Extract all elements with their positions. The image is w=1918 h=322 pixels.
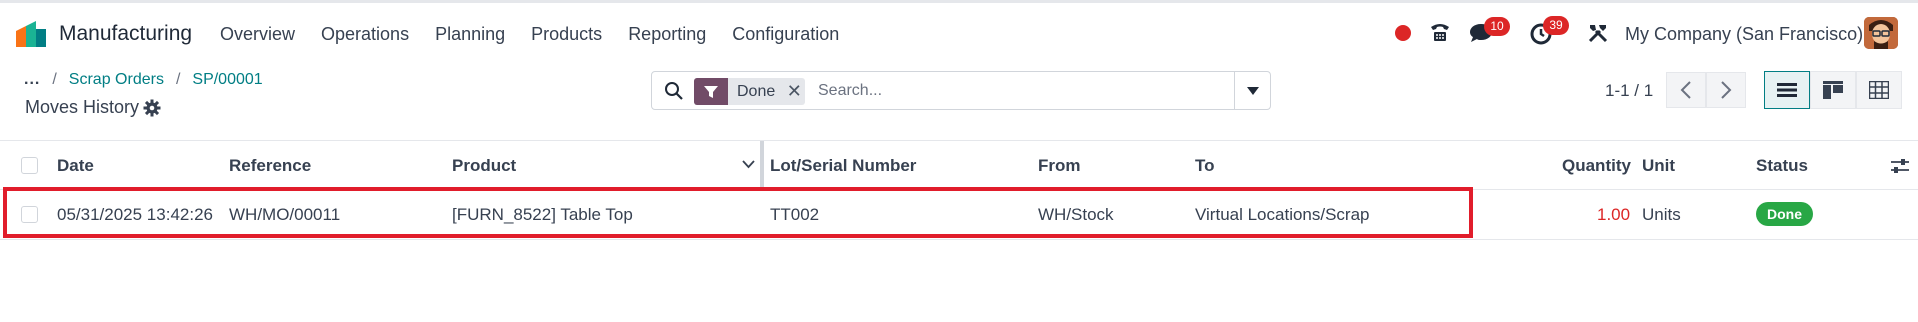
column-header-quantity[interactable]: Quantity [1562, 156, 1631, 176]
cell-unit: Units [1642, 205, 1681, 224]
activity-badge: 39 [1543, 16, 1569, 35]
grid-view-icon [1869, 81, 1889, 99]
facet-value: Done [737, 83, 776, 100]
caret-down-icon [1246, 86, 1259, 95]
menu-products[interactable]: Products [531, 24, 602, 45]
chevron-down-icon[interactable] [742, 160, 755, 169]
page-title: Moves History [25, 97, 140, 117]
menu-overview[interactable]: Overview [220, 24, 295, 45]
chevron-right-icon [1721, 81, 1732, 99]
breadcrumb-more[interactable]: ... [24, 71, 40, 89]
search-options-toggle[interactable] [1234, 72, 1270, 109]
column-header-to[interactable]: To [1195, 156, 1215, 176]
cell-quantity: 1.00 [1597, 205, 1631, 224]
facet-remove-icon[interactable]: ✕ [783, 78, 805, 105]
phone-icon[interactable] [1428, 20, 1452, 44]
tools-icon[interactable] [1586, 21, 1610, 45]
row-highlight-annotation [3, 187, 1473, 238]
column-header-from[interactable]: From [1038, 156, 1081, 176]
messages-badge: 10 [1484, 17, 1510, 36]
kanban-view-icon [1823, 81, 1843, 99]
manufacturing-app-icon[interactable] [14, 21, 48, 47]
menu-configuration[interactable]: Configuration [732, 24, 839, 45]
top-navbar: Manufacturing Overview Operations Planni… [0, 0, 1918, 63]
pivot-view-button[interactable] [1856, 71, 1902, 109]
search-bar: Done ✕ [651, 71, 1271, 110]
breadcrumb: ... / Scrap Orders / SP/00001 [24, 71, 263, 89]
column-resize-handle[interactable] [760, 141, 764, 191]
search-facet-done[interactable]: Done ✕ [694, 78, 806, 105]
pager-previous-button[interactable] [1666, 72, 1706, 108]
optional-columns-sliders-icon[interactable] [1890, 157, 1910, 175]
chevron-left-icon [1680, 81, 1691, 99]
column-header-date[interactable]: Date [57, 156, 94, 176]
breadcrumb-scrap-record[interactable]: SP/00001 [192, 71, 262, 89]
menu-planning[interactable]: Planning [435, 24, 505, 45]
app-name[interactable]: Manufacturing [59, 22, 192, 46]
filter-icon [694, 78, 728, 105]
pager-next-button[interactable] [1706, 72, 1746, 108]
user-avatar[interactable] [1864, 17, 1898, 49]
search-icon[interactable] [664, 81, 684, 101]
column-header-product[interactable]: Product [452, 156, 516, 176]
menu-operations[interactable]: Operations [321, 24, 409, 45]
pager-value[interactable]: 1-1 / 1 [1605, 81, 1653, 101]
gear-icon[interactable] [143, 99, 161, 117]
status-badge: Done [1756, 202, 1813, 226]
main-menu: Overview Operations Planning Products Re… [220, 24, 865, 45]
column-header-lot-serial[interactable]: Lot/Serial Number [770, 156, 916, 176]
kanban-view-button[interactable] [1810, 71, 1856, 109]
list-view-icon [1777, 83, 1797, 97]
menu-reporting[interactable]: Reporting [628, 24, 706, 45]
select-all-checkbox[interactable] [21, 157, 38, 174]
company-switcher[interactable]: My Company (San Francisco) [1625, 24, 1863, 45]
breadcrumb-scrap-orders[interactable]: Scrap Orders [69, 71, 164, 89]
column-header-reference[interactable]: Reference [229, 156, 311, 176]
column-header-status[interactable]: Status [1756, 156, 1808, 176]
column-header-unit[interactable]: Unit [1642, 156, 1675, 176]
recording-indicator-icon[interactable] [1395, 25, 1411, 41]
table-header: Date Reference Product Lot/Serial Number… [0, 140, 1918, 191]
list-view-button[interactable] [1764, 71, 1810, 109]
search-input[interactable] [818, 77, 1188, 104]
